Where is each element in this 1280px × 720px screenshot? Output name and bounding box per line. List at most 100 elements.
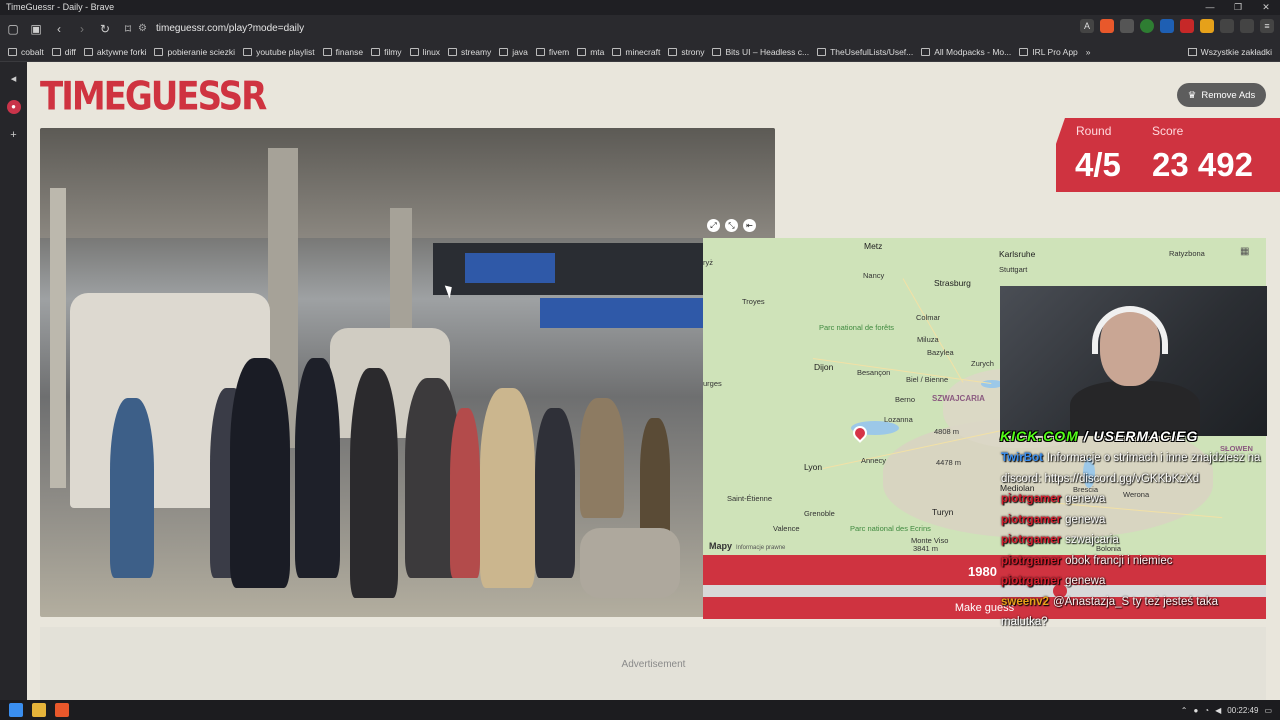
round-value: 4/5 [1075,146,1121,183]
chat-message: piotrgamer obok francji i niemiec [1001,554,1173,567]
system-tray: ⌃ ● ◔ ◀ 00:22:49 ▭ [1181,700,1272,720]
extension-orange-icon[interactable] [1200,19,1214,33]
minimize-button[interactable]: — [1196,0,1224,15]
pin-map-icon[interactable]: ⇤ [743,219,756,232]
site-info-icon[interactable]: ⚙ [138,19,147,38]
bookmark-item[interactable]: All Modpacks - Mo... [921,47,1011,57]
webcam-overlay [1000,286,1267,436]
speaker-icon[interactable]: ◂ [7,72,21,86]
bookmark-item[interactable]: TheUsefulLists/Usef... [817,47,913,57]
steam-icon[interactable]: ● [1193,706,1198,715]
menu-icon[interactable]: ≡ [1260,19,1274,33]
window-titlebar: TimeGuessr - Daily - Brave — ❐ ✕ [0,0,1280,15]
windows-start-icon[interactable] [9,703,23,717]
forward-icon[interactable]: › [72,19,92,39]
chat-message: TwirBot Informacje o strimach i inne znaj… [1001,452,1261,485]
bookmark-item[interactable]: cobalt [8,47,44,57]
address-bar[interactable]: ⚙ timeguessr.com/play?mode=daily [132,19,1092,38]
bookmark-folder[interactable]: linux [409,47,440,57]
wallet-icon[interactable] [1120,19,1134,33]
all-bookmarks-button[interactable]: Wszystkie zakładki [1187,42,1272,61]
brave-taskbar-icon[interactable] [55,703,69,717]
network-icon[interactable]: ◔ [1204,706,1209,715]
extension-audio-icon[interactable] [1160,19,1174,33]
bookmark-folder[interactable]: minecraft [612,47,660,57]
sidebar-toggle-icon[interactable]: ▢ [3,19,23,39]
chat-message: piotrgamer genewa [1001,513,1106,526]
bookmark-icon [83,47,93,56]
headphones-shape [1092,306,1168,354]
bookmark-folder[interactable]: finanse [322,47,363,57]
bookmark-icon [712,47,722,56]
expand-map-icon[interactable]: ⤢ [707,219,720,232]
bookmark-folder[interactable]: streamy [448,47,491,57]
tray-arrow-icon[interactable]: ⌃ [1181,706,1188,715]
bookmark-folder[interactable]: mta [577,47,604,57]
game-photo[interactable] [40,128,775,617]
bookmark-icon [1019,47,1029,56]
tabs-icon[interactable]: ▣ [26,19,46,39]
chat-message: piotrgamer genewa [1001,575,1106,587]
folder-icon [499,47,509,56]
bookmark-item[interactable]: diff [51,47,76,57]
reload-icon[interactable]: ↻ [95,19,115,39]
brave-shields-icon[interactable] [1100,19,1114,33]
close-button[interactable]: ✕ [1252,0,1280,15]
map-layers-icon[interactable]: ▦ [1240,246,1252,258]
shrink-map-icon[interactable]: ⤡ [725,219,738,232]
folder-icon [535,47,545,56]
bookmark-folder[interactable]: filmy [371,47,402,57]
game-page: TIMEGUESSR ♛ Remove Ads Round Score 4/5 … [27,62,1280,700]
window-title: TimeGuessr - Daily - Brave [6,2,115,12]
crown-icon: ♛ [1187,89,1197,101]
bookmark-item[interactable]: youtube playlist [243,47,315,57]
bookmark-folder[interactable]: fivem [535,47,569,57]
bookmarks-bar: cobalt diff aktywne forki pobieranie sci… [0,42,1280,62]
advertisement-label: Advertisement [621,659,686,670]
back-icon[interactable]: ‹ [49,19,69,39]
add-icon[interactable]: + [7,128,21,142]
remove-ads-button[interactable]: ♛ Remove Ads [1177,83,1266,107]
bookmark-icon [921,47,931,56]
extensions-puzzle-icon[interactable] [1220,19,1234,33]
stream-channel-label: KICK.COM / USERMACIEG [1000,428,1199,444]
timeguessr-tab-icon[interactable]: ● [6,100,21,114]
media-icon[interactable] [1240,19,1254,33]
stream-chat-overlay: TwirBot Informacje o strimach i inne znaj… [1001,448,1261,633]
folder-icon [668,47,678,56]
bookmark-icon [243,47,253,56]
bookmarks-overflow-button[interactable]: » [1086,47,1091,57]
bookmark-item[interactable]: aktywne forki [83,47,146,57]
bookmark-icon [8,47,17,56]
round-label: Round [1076,124,1112,138]
github-icon [817,47,827,56]
map-attribution: Mapy Informacje prawne [709,541,786,551]
bookmark-item[interactable]: pobieranie sciezki [154,47,235,57]
bookmark-folder[interactable]: java [499,47,528,57]
folder-icon [409,47,419,56]
url-text: timeguessr.com/play?mode=daily [156,23,305,34]
score-label: Score [1152,124,1184,138]
timeguessr-logo[interactable]: TIMEGUESSR [40,74,267,120]
bookmark-folder[interactable]: strony [668,47,704,57]
extensions-area: A ≡ [1080,19,1274,33]
bookmark-item[interactable]: Bits UI – Headless c... [712,47,809,57]
file-explorer-icon[interactable] [32,703,46,717]
extension-music-icon[interactable] [1140,19,1154,33]
browser-sidebar: ◂ ● + [0,62,27,700]
maximize-button[interactable]: ❐ [1224,0,1252,15]
score-value: 23 492 [1152,146,1253,183]
year-value: 1980 [968,564,997,579]
extension-red-icon[interactable] [1180,19,1194,33]
chat-message: piotrgamer szwajcaria [1001,534,1119,546]
map-size-controls: ⤢ ⤡ ⇤ [707,219,756,232]
bookmark-icon [154,47,164,56]
bookmark-item[interactable]: IRL Pro App [1019,47,1078,57]
windows-taskbar: ⌃ ● ◔ ◀ 00:22:49 ▭ [0,700,1280,720]
clock[interactable]: 00:22:49 [1227,706,1258,715]
notifications-icon[interactable]: ▭ [1264,706,1272,715]
translate-icon[interactable]: A [1080,19,1094,33]
photo-crowd [110,338,770,598]
volume-icon[interactable]: ◀ [1215,706,1221,715]
folder-icon [322,47,332,56]
